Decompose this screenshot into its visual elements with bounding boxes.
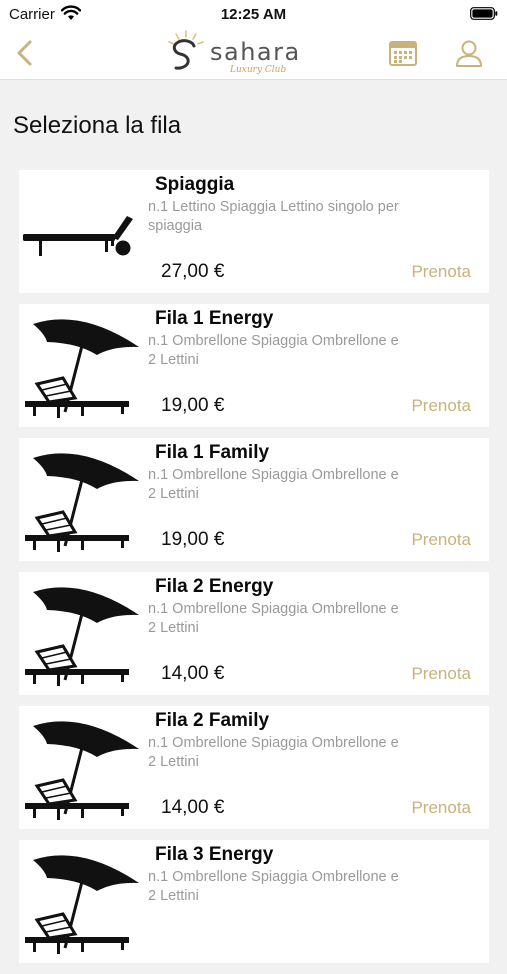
- item-title: Fila 1 Family: [155, 442, 270, 463]
- list-item[interactable]: Fila 1 Family n.1 Ombrellone Spiaggia Om…: [19, 438, 489, 561]
- item-description: n.1 Ombrellone Spiaggia Ombrellone e 2 L…: [148, 735, 399, 770]
- umbrella-sunbed-icon: [25, 855, 139, 954]
- sahara-logo: sahara Luxury Club: [168, 30, 301, 75]
- user-profile-icon[interactable]: [454, 38, 484, 68]
- umbrella-sunbed-icon: [25, 319, 139, 418]
- item-title: Fila 2 Energy: [155, 576, 274, 597]
- back-button[interactable]: [12, 38, 40, 68]
- item-title: Fila 1 Energy: [155, 308, 274, 329]
- item-price: 14,00 €: [161, 663, 225, 684]
- item-title: Fila 2 Family: [155, 710, 270, 731]
- calendar-icon[interactable]: [388, 39, 418, 67]
- item-description: n.1 Ombrellone Spiaggia Ombrellone e 2 L…: [148, 601, 399, 636]
- page-title: Seleziona la fila: [13, 112, 182, 139]
- logo-subtext: Luxury Club: [229, 65, 286, 75]
- book-button[interactable]: Prenota: [411, 530, 471, 550]
- nav-bar: sahara Luxury Club: [0, 28, 507, 80]
- item-title: Spiaggia: [155, 174, 235, 195]
- book-button[interactable]: Prenota: [411, 396, 471, 416]
- item-price: 14,00 €: [161, 797, 225, 818]
- item-price: 19,00 €: [161, 395, 225, 416]
- book-button[interactable]: Prenota: [411, 262, 471, 282]
- sunbed-icon: [23, 216, 133, 256]
- list-item[interactable]: Fila 2 Family n.1 Ombrellone Spiaggia Om…: [19, 706, 489, 829]
- list-item[interactable]: Fila 2 Energy n.1 Ombrellone Spiaggia Om…: [19, 572, 489, 695]
- row-list: Spiaggia n.1 Lettino Spiaggia Lettino si…: [19, 170, 489, 974]
- list-item[interactable]: Fila 3 Energy n.1 Ombrellone Spiaggia Om…: [19, 840, 489, 963]
- book-button[interactable]: Prenota: [411, 664, 471, 684]
- item-title: Fila 3 Energy: [155, 844, 274, 865]
- battery-icon: [470, 7, 498, 20]
- status-bar: Carrier 12:25 AM: [0, 0, 507, 28]
- item-description: n.1 Lettino Spiaggia Lettino singolo per…: [148, 199, 399, 234]
- book-button[interactable]: Prenota: [411, 798, 471, 818]
- list-item[interactable]: Fila 1 Energy n.1 Ombrellone Spiaggia Om…: [19, 304, 489, 427]
- item-price: 27,00 €: [161, 261, 225, 282]
- status-time: 12:25 AM: [220, 6, 287, 23]
- logo-text: sahara: [210, 38, 301, 66]
- item-description: n.1 Ombrellone Spiaggia Ombrellone e 2 L…: [148, 869, 399, 904]
- item-price: 19,00 €: [161, 529, 225, 550]
- item-description: n.1 Ombrellone Spiaggia Ombrellone e 2 L…: [148, 467, 399, 502]
- list-item[interactable]: Spiaggia n.1 Lettino Spiaggia Lettino si…: [19, 170, 489, 293]
- umbrella-sunbed-icon: [25, 587, 139, 686]
- umbrella-sunbed-icon: [25, 721, 139, 820]
- umbrella-sunbed-icon: [25, 453, 139, 552]
- item-description: n.1 Ombrellone Spiaggia Ombrellone e 2 L…: [148, 333, 399, 368]
